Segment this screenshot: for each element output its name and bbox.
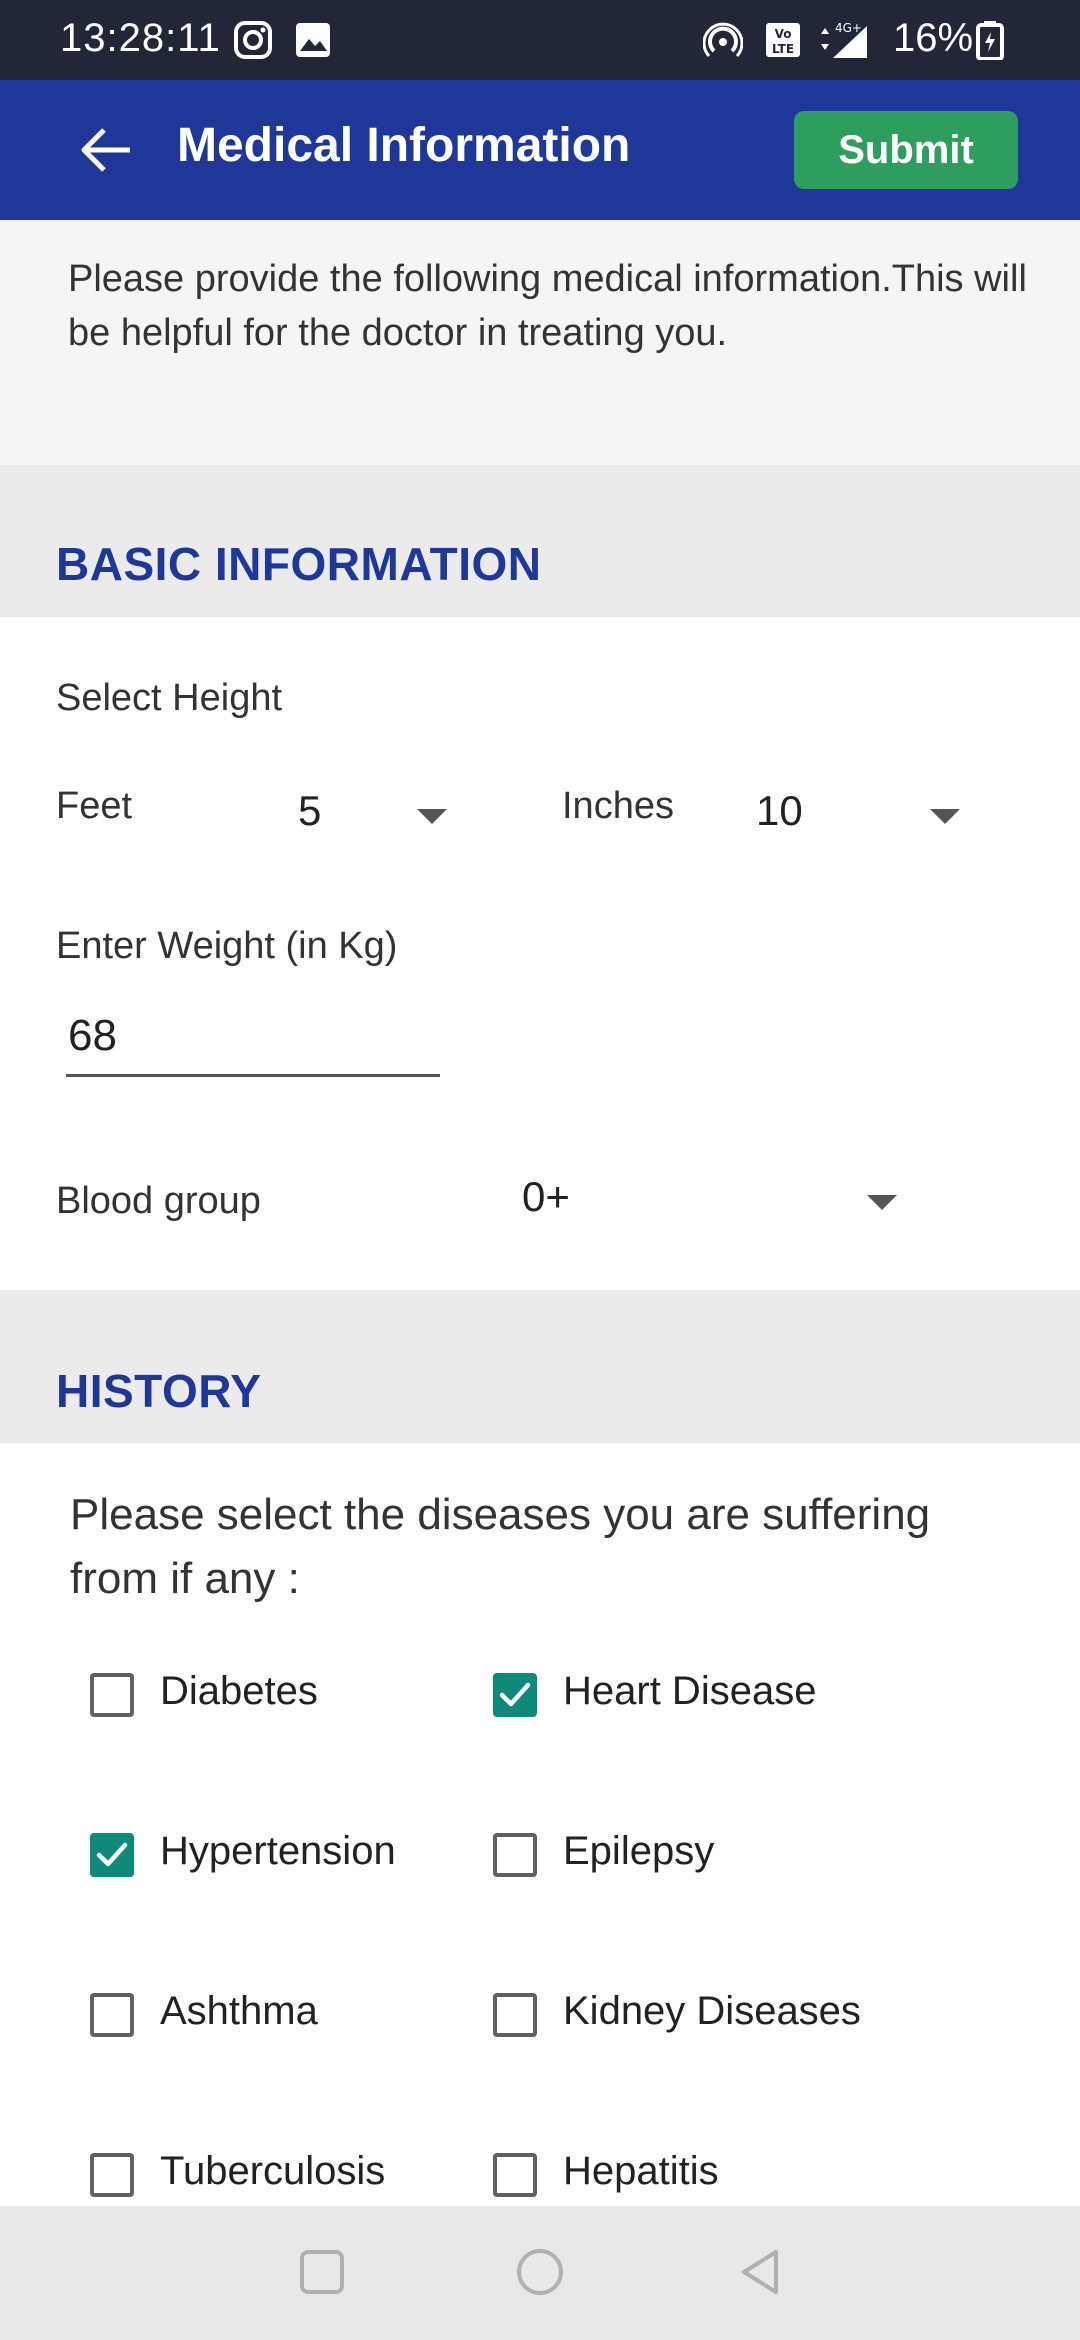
svg-text:4G+: 4G+ (835, 21, 862, 35)
history-title: HISTORY (56, 1365, 262, 1417)
feet-dropdown-caret-icon (417, 809, 447, 824)
inches-dropdown-caret-icon (930, 809, 960, 824)
feet-label: Feet (56, 785, 133, 827)
battery-percent: 16% (893, 16, 974, 60)
checkbox-label: Diabetes (160, 1669, 318, 1713)
recents-square-icon[interactable] (292, 2242, 352, 2302)
checkbox-label: Ashthma (160, 1989, 318, 2033)
status-time: 13:28:11 (60, 16, 221, 60)
checkbox-label: Hypertension (160, 1829, 396, 1873)
feet-select[interactable]: 5 (290, 777, 460, 847)
history-card: Please select the diseases you are suffe… (0, 1443, 1080, 2206)
svg-text:Vo: Vo (775, 27, 792, 41)
page-title: Medical Information (177, 119, 631, 172)
battery-icon (975, 20, 1005, 61)
blood-group-label: Blood group (56, 1180, 261, 1222)
checkbox-diabetes[interactable]: Diabetes (90, 1665, 430, 1725)
hotspot-icon (702, 20, 744, 60)
inches-select[interactable]: 10 (750, 777, 980, 847)
weight-label: Enter Weight (in Kg) (56, 925, 398, 967)
feet-value: 5 (298, 787, 322, 834)
instagram-icon (233, 20, 273, 60)
gallery-icon (293, 20, 333, 60)
checkbox-empty-icon (90, 1993, 134, 2037)
checkbox-label: Epilepsy (563, 1829, 715, 1873)
system-nav-bar (0, 2206, 1080, 2340)
blood-group-select[interactable]: 0+ (510, 1167, 930, 1237)
signal-4g-icon: 4G+ (815, 20, 875, 60)
back-triangle-icon[interactable] (730, 2242, 790, 2302)
status-bar: 13:28:11 Vo LTE 4G+ 16% (0, 0, 1080, 80)
checkbox-checked-icon (90, 1833, 134, 1877)
inches-value: 10 (756, 787, 803, 834)
checkbox-label: Kidney Diseases (563, 1989, 861, 2033)
checkbox-empty-icon (493, 1833, 537, 1877)
checkbox-label: Hepatitis (563, 2149, 719, 2193)
checkbox-checked-icon (493, 1673, 537, 1717)
home-circle-icon[interactable] (510, 2242, 570, 2302)
weight-input[interactable] (66, 997, 440, 1077)
checkbox-hypertension[interactable]: Hypertension (90, 1825, 450, 1885)
checkbox-empty-icon (90, 1673, 134, 1717)
back-arrow-icon[interactable] (70, 118, 140, 182)
select-height-label: Select Height (56, 677, 283, 719)
checkbox-heart-disease[interactable]: Heart Disease (493, 1665, 913, 1725)
checkbox-empty-icon (493, 1993, 537, 2037)
checkbox-label: Tuberculosis (160, 2149, 386, 2193)
checkbox-label: Heart Disease (563, 1669, 817, 1713)
checkbox-hepatitis[interactable]: Hepatitis (493, 2145, 913, 2205)
volte-icon: Vo LTE (763, 20, 803, 60)
submit-button[interactable]: Submit (794, 111, 1018, 189)
basic-information-title: BASIC INFORMATION (56, 538, 542, 590)
checkbox-epilepsy[interactable]: Epilepsy (493, 1825, 913, 1885)
basic-information-header: BASIC INFORMATION (0, 465, 1080, 617)
diseases-prompt: Please select the diseases you are suffe… (70, 1490, 931, 1603)
basic-information-card: Select Height Feet 5 Inches 10 Enter Wei… (0, 617, 1080, 1290)
checkbox-empty-icon (90, 2153, 134, 2197)
checkbox-empty-icon (493, 2153, 537, 2197)
history-header: HISTORY (0, 1290, 1080, 1443)
blood-group-dropdown-caret-icon (867, 1195, 897, 1210)
intro-text: Please provide the following medical inf… (68, 258, 1027, 354)
app-bar: Medical Information Submit (0, 80, 1080, 220)
checkbox-ashthma[interactable]: Ashthma (90, 1985, 430, 2045)
checkbox-kidney-diseases[interactable]: Kidney Diseases (493, 1985, 933, 2045)
inches-label: Inches (562, 785, 674, 827)
intro-banner: Please provide the following medical inf… (0, 220, 1080, 465)
blood-group-value: 0+ (522, 1173, 570, 1220)
checkbox-tuberculosis[interactable]: Tuberculosis (90, 2145, 450, 2205)
svg-text:LTE: LTE (772, 42, 794, 56)
